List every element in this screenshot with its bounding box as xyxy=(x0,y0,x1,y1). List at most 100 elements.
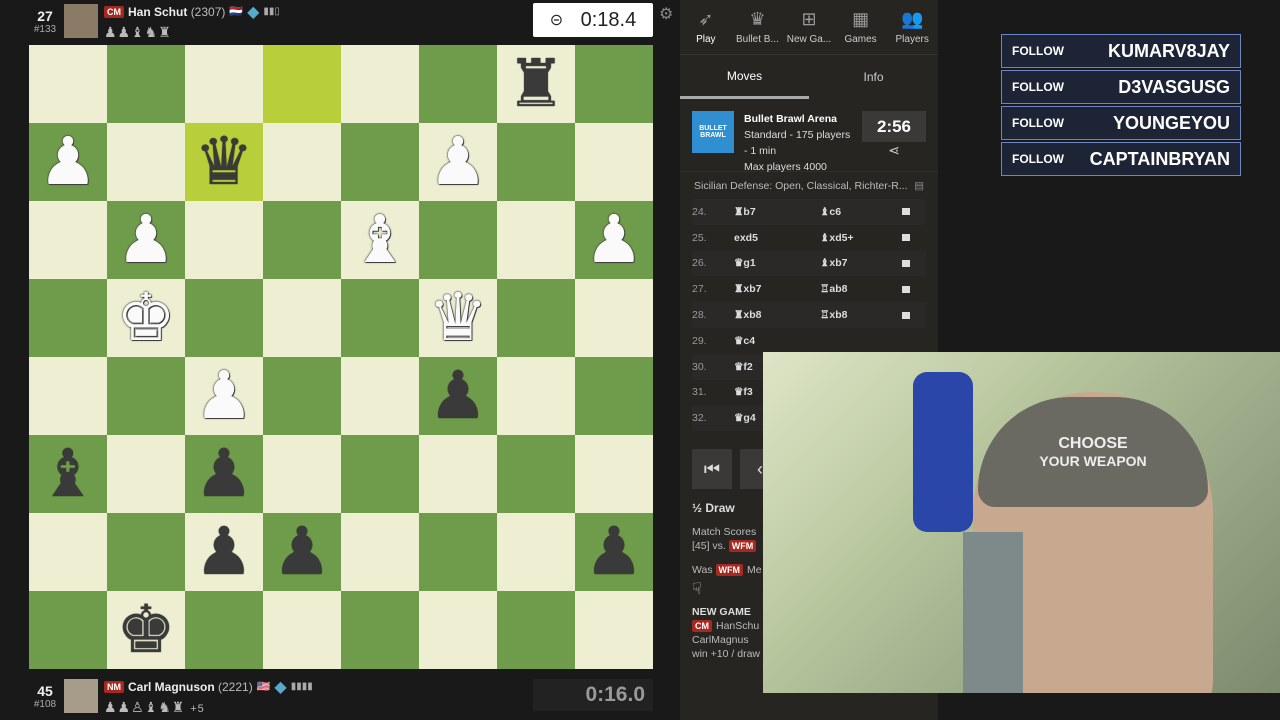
square[interactable] xyxy=(341,435,419,513)
square[interactable] xyxy=(263,123,341,201)
opening-name[interactable]: Sicilian Defense: Open, Classical, Richt… xyxy=(680,171,938,199)
nav-bullet-b[interactable]: ♛ Bullet B... xyxy=(732,0,784,54)
square[interactable]: ♚ xyxy=(107,279,185,357)
square[interactable] xyxy=(29,45,107,123)
square[interactable] xyxy=(29,201,107,279)
square[interactable]: ♛ xyxy=(419,279,497,357)
square[interactable] xyxy=(497,513,575,591)
white-pawn-icon[interactable]: ♟ xyxy=(584,207,643,273)
square[interactable] xyxy=(107,435,185,513)
square[interactable] xyxy=(107,45,185,123)
square[interactable] xyxy=(419,435,497,513)
black-rook-icon[interactable]: ♜ xyxy=(506,51,565,117)
square[interactable] xyxy=(29,513,107,591)
square[interactable] xyxy=(185,279,263,357)
square[interactable] xyxy=(107,513,185,591)
square[interactable] xyxy=(497,591,575,669)
white-move[interactable]: ♜xb8 xyxy=(734,309,820,321)
square[interactable] xyxy=(107,123,185,201)
square[interactable] xyxy=(575,435,653,513)
white-king-icon[interactable]: ♚ xyxy=(116,285,175,351)
square[interactable]: ♟ xyxy=(263,513,341,591)
square[interactable] xyxy=(341,591,419,669)
white-bishop-icon[interactable]: ♝ xyxy=(350,207,409,273)
square[interactable]: ♟ xyxy=(575,513,653,591)
black-pawn-icon[interactable]: ♟ xyxy=(194,519,253,585)
white-move[interactable]: ♜xb7 xyxy=(734,283,820,295)
square[interactable] xyxy=(575,591,653,669)
tab-info[interactable]: Info xyxy=(809,55,938,99)
square[interactable] xyxy=(185,201,263,279)
nav-new-ga[interactable]: ⊞ New Ga... xyxy=(783,0,835,54)
black-move[interactable]: ♝c6 xyxy=(820,206,902,218)
square[interactable] xyxy=(263,279,341,357)
square[interactable]: ♛ xyxy=(185,123,263,201)
square[interactable] xyxy=(575,123,653,201)
white-move[interactable]: ♛g1 xyxy=(734,257,820,269)
tournament-card[interactable]: BULLET BRAWL Bullet Brawl Arena Standard… xyxy=(680,99,938,173)
follow-button[interactable]: FOLLOW xyxy=(1012,116,1064,130)
square[interactable] xyxy=(419,201,497,279)
square[interactable] xyxy=(263,435,341,513)
white-pawn-icon[interactable]: ♟ xyxy=(38,129,97,195)
square[interactable] xyxy=(575,357,653,435)
square[interactable] xyxy=(341,513,419,591)
square[interactable] xyxy=(185,591,263,669)
square[interactable] xyxy=(497,435,575,513)
square[interactable]: ♝ xyxy=(341,201,419,279)
square[interactable] xyxy=(497,279,575,357)
nav-play[interactable]: ➶ Play xyxy=(680,0,732,54)
black-pawn-icon[interactable]: ♟ xyxy=(194,441,253,507)
top-avatar[interactable] xyxy=(64,4,98,38)
book-icon[interactable]: ▤ xyxy=(914,180,924,192)
square[interactable] xyxy=(419,45,497,123)
black-move[interactable]: ♝xb7 xyxy=(820,257,902,269)
square[interactable] xyxy=(185,45,263,123)
white-pawn-icon[interactable]: ♟ xyxy=(428,129,487,195)
square[interactable] xyxy=(575,45,653,123)
bottom-avatar[interactable] xyxy=(64,679,98,713)
square[interactable] xyxy=(29,591,107,669)
tab-moves[interactable]: Moves xyxy=(680,55,809,99)
square[interactable] xyxy=(497,201,575,279)
square[interactable] xyxy=(497,123,575,201)
white-pawn-icon[interactable]: ♟ xyxy=(116,207,175,273)
square[interactable]: ♟ xyxy=(185,357,263,435)
square[interactable] xyxy=(263,357,341,435)
follow-item[interactable]: FOLLOW CAPTAINBRYAN xyxy=(1001,142,1241,176)
follow-item[interactable]: FOLLOW D3VASGUSG xyxy=(1001,70,1241,104)
share-icon[interactable]: ⋖ xyxy=(888,142,900,159)
black-king-icon[interactable]: ♚ xyxy=(116,597,175,663)
square[interactable]: ♟ xyxy=(29,123,107,201)
square[interactable] xyxy=(575,279,653,357)
black-move[interactable]: ♖xb8 xyxy=(820,309,902,321)
follow-button[interactable]: FOLLOW xyxy=(1012,44,1064,58)
square[interactable] xyxy=(419,591,497,669)
square[interactable] xyxy=(263,591,341,669)
square[interactable]: ♟ xyxy=(575,201,653,279)
square[interactable]: ♜ xyxy=(497,45,575,123)
square[interactable]: ♟ xyxy=(185,435,263,513)
square[interactable] xyxy=(341,279,419,357)
square[interactable] xyxy=(341,357,419,435)
black-pawn-icon[interactable]: ♟ xyxy=(428,363,487,429)
square[interactable] xyxy=(341,45,419,123)
white-move[interactable]: ♜b7 xyxy=(734,206,820,218)
square[interactable]: ♟ xyxy=(419,123,497,201)
square[interactable] xyxy=(107,357,185,435)
square[interactable] xyxy=(263,201,341,279)
black-queen-icon[interactable]: ♛ xyxy=(194,129,253,195)
square[interactable] xyxy=(419,513,497,591)
follow-item[interactable]: FOLLOW KUMARV8JAY xyxy=(1001,34,1241,68)
settings-gear-icon[interactable]: ⚙ xyxy=(659,4,673,24)
top-player-name[interactable]: Han Schut (2307) xyxy=(128,5,225,19)
white-move[interactable]: exd5 xyxy=(734,232,820,244)
square[interactable]: ♟ xyxy=(107,201,185,279)
follow-button[interactable]: FOLLOW xyxy=(1012,80,1064,94)
white-queen-icon[interactable]: ♛ xyxy=(428,285,487,351)
square[interactable]: ♝ xyxy=(29,435,107,513)
nav-games[interactable]: ▦ Games xyxy=(835,0,887,54)
black-move[interactable]: ♖ab8 xyxy=(820,283,902,295)
square[interactable] xyxy=(29,357,107,435)
bottom-player-name[interactable]: Carl Magnuson (2221) xyxy=(128,680,253,694)
